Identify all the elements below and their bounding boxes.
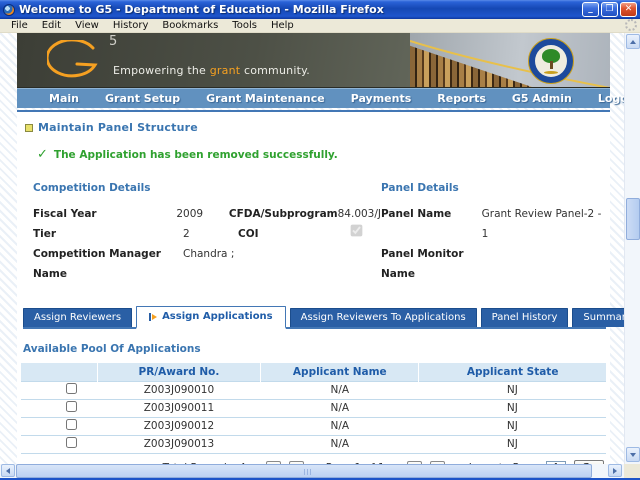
cfda-label: CFDA/Subprogram [228, 208, 338, 220]
page-title-icon [25, 123, 33, 132]
nav-main[interactable]: Main [49, 92, 79, 105]
pr-award-cell: Z003J090013 [97, 434, 261, 454]
success-message-row: ✓ The Application has been removed succe… [21, 134, 606, 162]
applicant-name-cell: N/A [260, 380, 419, 399]
page-viewport: 5 Empowering the grant community. Main G… [0, 33, 640, 480]
scroll-right-button[interactable] [608, 464, 622, 477]
row-checkbox[interactable] [65, 401, 77, 412]
main-nav: Main Grant Setup Grant Maintenance Payme… [17, 88, 640, 108]
applicant-state-cell: NJ [418, 416, 606, 435]
active-tab-icon [149, 312, 158, 321]
panel-name-label: Panel Name [381, 208, 452, 220]
fiscal-year-label: Fiscal Year [33, 208, 97, 220]
scroll-up-button[interactable] [626, 34, 640, 49]
throbber-icon [625, 19, 637, 31]
close-button[interactable]: ✕ [620, 2, 637, 17]
applicant-name-cell: N/A [260, 398, 419, 417]
menu-bookmarks[interactable]: Bookmarks [155, 20, 225, 31]
g5-banner: 5 Empowering the grant community. [17, 33, 610, 88]
fiscal-year-value: 2009 [176, 208, 204, 220]
minimize-button[interactable]: _ [582, 2, 599, 17]
applicant-state-cell: NJ [418, 434, 606, 454]
nav-payments[interactable]: Payments [351, 92, 412, 105]
success-check-icon: ✓ [37, 147, 48, 162]
window-title: Welcome to G5 - Department of Education … [19, 3, 384, 16]
pr-award-column-header: PR/Award No. [96, 363, 261, 381]
library-photo [410, 33, 610, 87]
applicant-state-cell: NJ [418, 380, 606, 399]
table-row: Z003J090011 N/A NJ [21, 398, 606, 417]
applicant-name-cell: N/A [260, 416, 419, 435]
g5-logo-icon [47, 40, 98, 78]
competition-details-heading: Competition Details [33, 182, 151, 194]
content-panel: Maintain Panel Structure ✓ The Applicati… [17, 110, 640, 480]
pr-award-cell: Z003J090010 [97, 380, 261, 399]
menu-view[interactable]: View [68, 20, 106, 31]
panel-name-value: Grant Review Panel-2 - 1 [481, 208, 602, 240]
vertical-scrollbar[interactable] [624, 33, 640, 464]
panel-details-section: Panel Details Panel Name Grant Review Pa… [381, 182, 606, 284]
panel-monitor-label: Panel Monitor Name [381, 248, 464, 280]
scroll-left-button[interactable] [1, 464, 15, 477]
cfda-value: 84.003/J [337, 208, 381, 220]
applications-table: PR/Award No. Applicant Name Applicant St… [21, 363, 606, 454]
banner-curve [410, 40, 610, 87]
restore-button[interactable]: ❐ [601, 2, 618, 17]
table-row: Z003J090013 N/A NJ [21, 434, 606, 454]
pr-award-cell: Z003J090012 [97, 416, 261, 435]
browser-window: Welcome to G5 - Department of Education … [0, 0, 640, 480]
row-checkbox[interactable] [65, 437, 77, 448]
department-of-education-seal [528, 38, 574, 84]
menu-file[interactable]: File [4, 20, 35, 31]
menu-edit[interactable]: Edit [35, 20, 68, 31]
coi-label: COI [238, 228, 259, 240]
applicant-name-cell: N/A [260, 434, 419, 454]
table-header-row: PR/Award No. Applicant Name Applicant St… [21, 363, 606, 381]
tab-assign-reviewers[interactable]: Assign Reviewers [23, 308, 133, 327]
banner-tagline: Empowering the grant community. [113, 64, 310, 77]
row-checkbox[interactable] [65, 419, 77, 430]
menu-help[interactable]: Help [264, 20, 301, 31]
pr-award-cell: Z003J090011 [97, 398, 261, 417]
g5-logo-number: 5 [109, 34, 118, 49]
menu-bar: File Edit View History Bookmarks Tools H… [0, 19, 640, 33]
menu-tools[interactable]: Tools [225, 20, 264, 31]
competition-manager-value: Chandra ; [183, 248, 235, 260]
applicant-state-cell: NJ [418, 398, 606, 417]
applicant-state-column-header: Applicant State [418, 363, 606, 381]
vertical-scroll-thumb[interactable] [626, 198, 640, 240]
applicant-name-column-header: Applicant Name [260, 363, 419, 381]
select-column-header [21, 363, 98, 381]
nav-g5-admin[interactable]: G5 Admin [512, 92, 572, 105]
page-title: Maintain Panel Structure [38, 121, 198, 134]
tab-bar: Assign Reviewers Assign Applications Ass… [23, 306, 640, 329]
horizontal-scrollbar[interactable] [0, 464, 624, 478]
title-bar[interactable]: Welcome to G5 - Department of Education … [0, 0, 640, 19]
table-row: Z003J090012 N/A NJ [21, 416, 606, 435]
nav-reports[interactable]: Reports [437, 92, 486, 105]
coi-checkbox [350, 224, 363, 237]
panel-details-heading: Panel Details [381, 182, 459, 194]
scroll-down-button[interactable] [626, 447, 640, 462]
nav-grant-setup[interactable]: Grant Setup [105, 92, 180, 105]
row-checkbox[interactable] [65, 383, 77, 394]
firefox-icon [3, 3, 15, 16]
tab-assign-applications[interactable]: Assign Applications [136, 306, 286, 329]
table-row: Z003J090010 N/A NJ [21, 380, 606, 399]
nav-grant-maintenance[interactable]: Grant Maintenance [206, 92, 325, 105]
tier-label: Tier [33, 228, 57, 240]
horizontal-scroll-thumb[interactable] [16, 464, 592, 478]
scrollbar-corner [624, 464, 640, 478]
competition-manager-label: Competition Manager Name [33, 248, 161, 280]
competition-details-section: Competition Details Fiscal Year 2009 CFD… [33, 182, 381, 284]
success-message: The Application has been removed success… [53, 148, 338, 161]
tab-panel-history[interactable]: Panel History [480, 308, 569, 327]
tier-value: 2 [183, 228, 190, 240]
menu-history[interactable]: History [106, 20, 156, 31]
available-pool-heading: Available Pool Of Applications [23, 343, 201, 355]
tab-assign-reviewers-to-applications[interactable]: Assign Reviewers To Applications [289, 308, 477, 327]
